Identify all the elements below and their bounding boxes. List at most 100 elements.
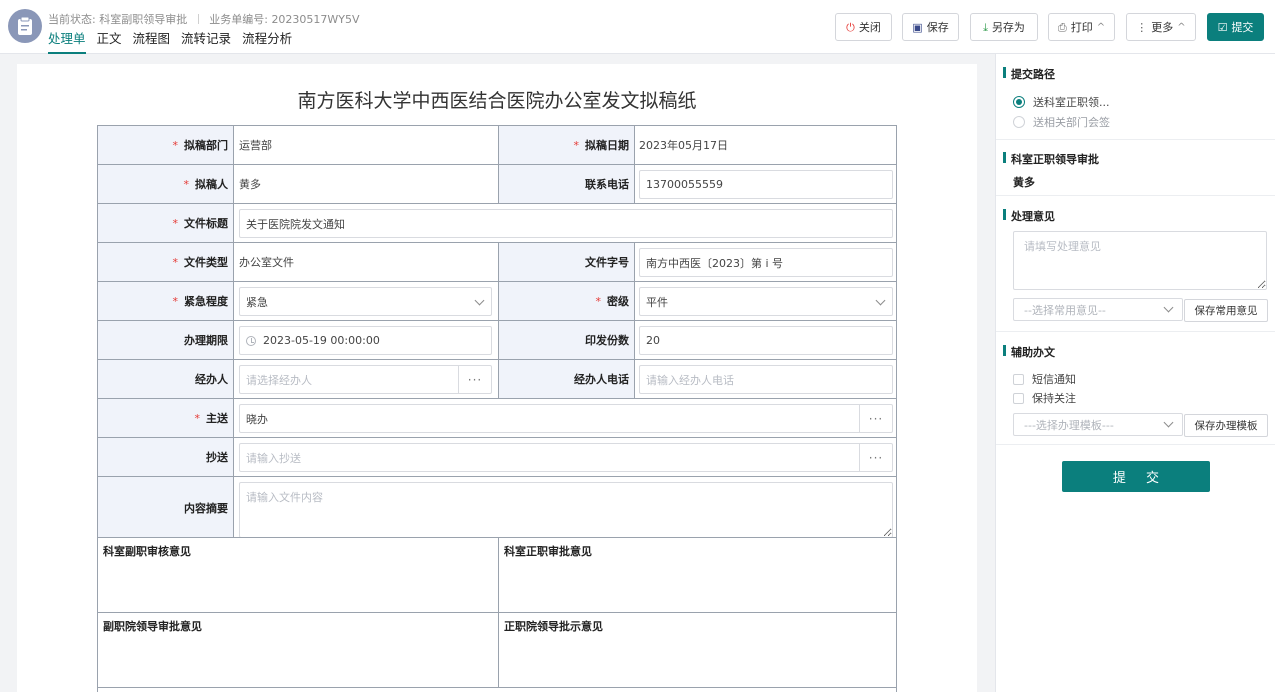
opinion-title: 处理意见 — [1003, 208, 1055, 224]
doc-type-label: * 文件类型 — [98, 243, 233, 281]
check-square-icon: ☑ — [1217, 20, 1228, 34]
main-recipient-label: * 主送 — [98, 399, 233, 437]
route-section: 提交路径 送科室正职领... 送相关部门会签 — [996, 54, 1275, 140]
handler-phone-label: 经办人电话 — [499, 360, 634, 398]
status-prefix: 当前状态: — [48, 13, 96, 26]
copies-input[interactable]: 20 — [639, 326, 893, 355]
form-row: * 主送 晓办 ··· — [97, 398, 897, 437]
submit-label: 提交 — [1231, 21, 1254, 34]
common-opinion-select[interactable]: --选择常用意见-- — [1013, 298, 1183, 321]
form-row: 办理期限 2023-05-19 00:00:00 印发份数 20 — [97, 320, 897, 359]
save-as-label: 另存为 — [991, 21, 1025, 34]
chevron-down-icon — [875, 295, 886, 306]
print-label: 打印 — [1070, 21, 1093, 34]
deadline-label: 办理期限 — [98, 321, 233, 359]
save-common-opinion-button[interactable]: 保存常用意见 — [1184, 299, 1268, 322]
chevron-down-icon — [1163, 302, 1174, 313]
summary-label: 内容摘要 — [98, 477, 233, 538]
chevron-down-icon — [1163, 417, 1174, 428]
handler-input[interactable]: 请选择经办人 ··· — [239, 365, 492, 394]
draft-dept-value: 运营部 — [239, 139, 272, 152]
more-horizontal-icon[interactable]: ··· — [458, 366, 491, 393]
doc-title-label: * 文件标题 — [98, 204, 233, 242]
deadline-input[interactable]: 2023-05-19 00:00:00 — [239, 326, 492, 355]
form-row: * 拟稿部门 运营部 * 拟稿日期 2023年05月17日 — [97, 125, 897, 164]
tab-flow-analysis[interactable]: 流程分析 — [242, 30, 292, 54]
serial-prefix: 业务单编号: — [209, 13, 268, 26]
more-horizontal-icon[interactable]: ··· — [859, 444, 892, 471]
draft-date-label: * 拟稿日期 — [499, 126, 634, 164]
serial-value: 20230517WY5V — [271, 13, 360, 26]
form-row: * 紧急程度 紧急 * 密级 平件 — [97, 281, 897, 320]
save-button[interactable]: ▣ 保存 — [902, 13, 959, 41]
copies-label: 印发份数 — [499, 321, 634, 359]
print-icon: ⎙ — [1057, 20, 1067, 34]
cc-label: 抄送 — [98, 438, 233, 476]
submit-button[interactable]: ☑ 提交 — [1207, 13, 1264, 41]
chevron-up-icon: ^ — [1096, 21, 1106, 33]
save-icon: ▣ — [912, 20, 923, 34]
handler-phone-input[interactable]: 请输入经办人电话 — [639, 365, 893, 394]
form-row: * 文件标题 关于医院院发文通知 — [97, 203, 897, 242]
more-button[interactable]: ⋮ 更多 ^ — [1126, 13, 1196, 41]
divider — [197, 14, 199, 24]
sidebar-submit-button[interactable]: 提 交 — [1062, 461, 1210, 492]
template-select[interactable]: ---选择办理模板--- — [1013, 413, 1183, 436]
phone-input[interactable]: 13700055559 — [639, 170, 893, 199]
doc-number-label: 文件字号 — [499, 243, 634, 281]
drafter-label: * 拟稿人 — [98, 165, 233, 203]
doc-title-input[interactable]: 关于医院院发文通知 — [239, 209, 893, 238]
sms-notify-checkbox[interactable]: 短信通知 — [1013, 371, 1076, 387]
cc-input[interactable]: 请输入抄送 ··· — [239, 443, 893, 472]
close-button[interactable]: ⏻ 关闭 — [835, 13, 892, 41]
download-icon: ⤓ — [983, 20, 988, 34]
summary-textarea[interactable] — [239, 482, 893, 538]
form-row: * 文件类型 办公室文件 文件字号 南方中西医〔2023〕第 i 号 — [97, 242, 897, 281]
close-label: 关闭 — [858, 21, 881, 34]
tab-flow-records[interactable]: 流转记录 — [181, 30, 231, 54]
dept-head-opinion: 科室正职审批意见 — [504, 545, 592, 558]
checkbox-icon — [1013, 373, 1024, 385]
approver-name: 黄多 — [1013, 176, 1035, 189]
opinion-textarea[interactable] — [1013, 231, 1267, 290]
opinion-row: 副职院领导审批意见 正职院领导批示意见 — [97, 612, 897, 687]
keep-follow-checkbox[interactable]: 保持关注 — [1013, 390, 1076, 406]
top-header: 当前状态: 科室副职领导审批 业务单编号: 20230517WY5V 处理单 正… — [0, 0, 1275, 54]
tab-bar: 处理单 正文 流程图 流转记录 流程分析 — [48, 30, 292, 54]
approver-section: 科室正职领导审批 黄多 — [996, 140, 1275, 196]
doc-number-input[interactable]: 南方中西医〔2023〕第 i 号 — [639, 248, 893, 277]
doc-type-value: 办公室文件 — [239, 256, 294, 269]
tab-flow-chart[interactable]: 流程图 — [133, 30, 171, 54]
chevron-down-icon — [474, 295, 485, 306]
secrecy-select[interactable]: 平件 — [639, 287, 893, 316]
drafter-value: 黄多 — [239, 178, 261, 191]
tab-process-form[interactable]: 处理单 — [48, 30, 86, 54]
status-value: 科室副职领导审批 — [99, 13, 188, 26]
form-row: 经办人 请选择经办人 ··· 经办人电话 请输入经办人电话 — [97, 359, 897, 398]
form-row: 内容摘要 — [97, 476, 897, 538]
clipboard-icon — [8, 9, 42, 43]
route-option-dept-head[interactable]: 送科室正职领... — [1013, 94, 1110, 110]
opinion-row: 科室副职审核意见 科室正职审批意见 — [97, 537, 897, 612]
clock-icon — [246, 335, 256, 346]
urgency-label: * 紧急程度 — [98, 282, 233, 320]
more-vertical-icon: ⋮ — [1136, 20, 1148, 34]
draft-date-value: 2023年05月17日 — [639, 139, 728, 152]
tab-body-text[interactable]: 正文 — [97, 30, 122, 54]
urgency-select[interactable]: 紧急 — [239, 287, 492, 316]
route-option-countersign[interactable]: 送相关部门会签 — [1013, 114, 1110, 130]
status-line: 当前状态: 科室副职领导审批 业务单编号: 20230517WY5V — [48, 11, 360, 27]
print-button[interactable]: ⎙ 打印 ^ — [1048, 13, 1115, 41]
secrecy-label: * 密级 — [499, 282, 634, 320]
more-horizontal-icon[interactable]: ··· — [859, 405, 892, 432]
form-paper: 南方医科大学中西医结合医院办公室发文拟稿纸 * 拟稿部门 运营部 * 拟稿日期 20… — [17, 64, 977, 692]
dept-deputy-opinion: 科室副职审核意见 — [103, 545, 191, 558]
save-template-button[interactable]: 保存办理模板 — [1184, 414, 1268, 437]
power-icon: ⏻ — [846, 20, 855, 34]
save-as-button[interactable]: ⤓ 另存为 — [970, 13, 1038, 41]
president-opinion: 正职院领导批示意见 — [504, 620, 603, 633]
main-recipient-input[interactable]: 晓办 ··· — [239, 404, 893, 433]
handler-label: 经办人 — [98, 360, 233, 398]
route-title: 提交路径 — [1003, 66, 1055, 82]
radio-unchecked-icon — [1013, 116, 1025, 128]
